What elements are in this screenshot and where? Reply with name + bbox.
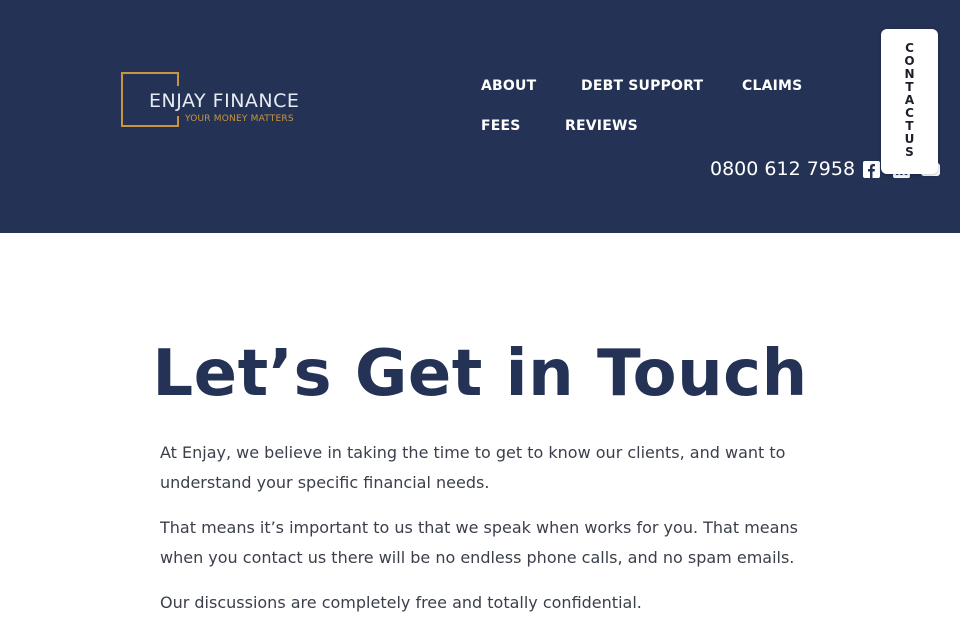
site-header: ENJAY FINANCE YOUR MONEY MATTERS ABOUT D…	[0, 0, 960, 233]
nav-item-reviews[interactable]: REVIEWS	[565, 118, 638, 134]
brand-tagline: YOUR MONEY MATTERS	[185, 114, 294, 124]
nav-item-about[interactable]: ABOUT	[481, 78, 536, 94]
facebook-icon[interactable]	[863, 161, 880, 178]
contact-us-label: C O N T A C T U S	[904, 41, 915, 159]
nav-item-fees[interactable]: FEES	[481, 118, 521, 134]
intro-paragraph: At Enjay, we believe in taking the time …	[160, 443, 786, 492]
nav-item-claims[interactable]: CLAIMS	[742, 78, 802, 94]
contact-us-tab[interactable]: C O N T A C T U S	[881, 29, 938, 174]
nav-item-debt-support[interactable]: DEBT SUPPORT	[581, 78, 703, 94]
brand-logo[interactable]: ENJAY FINANCE YOUR MONEY MATTERS	[121, 72, 331, 130]
contact-paragraph: That means it’s important to us that we …	[160, 518, 798, 567]
confidential-paragraph: Our discussions are completely free and …	[160, 593, 642, 612]
page-title: Let’s Get in Touch	[152, 337, 808, 411]
brand-name: ENJAY FINANCE	[149, 90, 300, 112]
phone-number[interactable]: 0800 612 7958	[710, 158, 855, 180]
